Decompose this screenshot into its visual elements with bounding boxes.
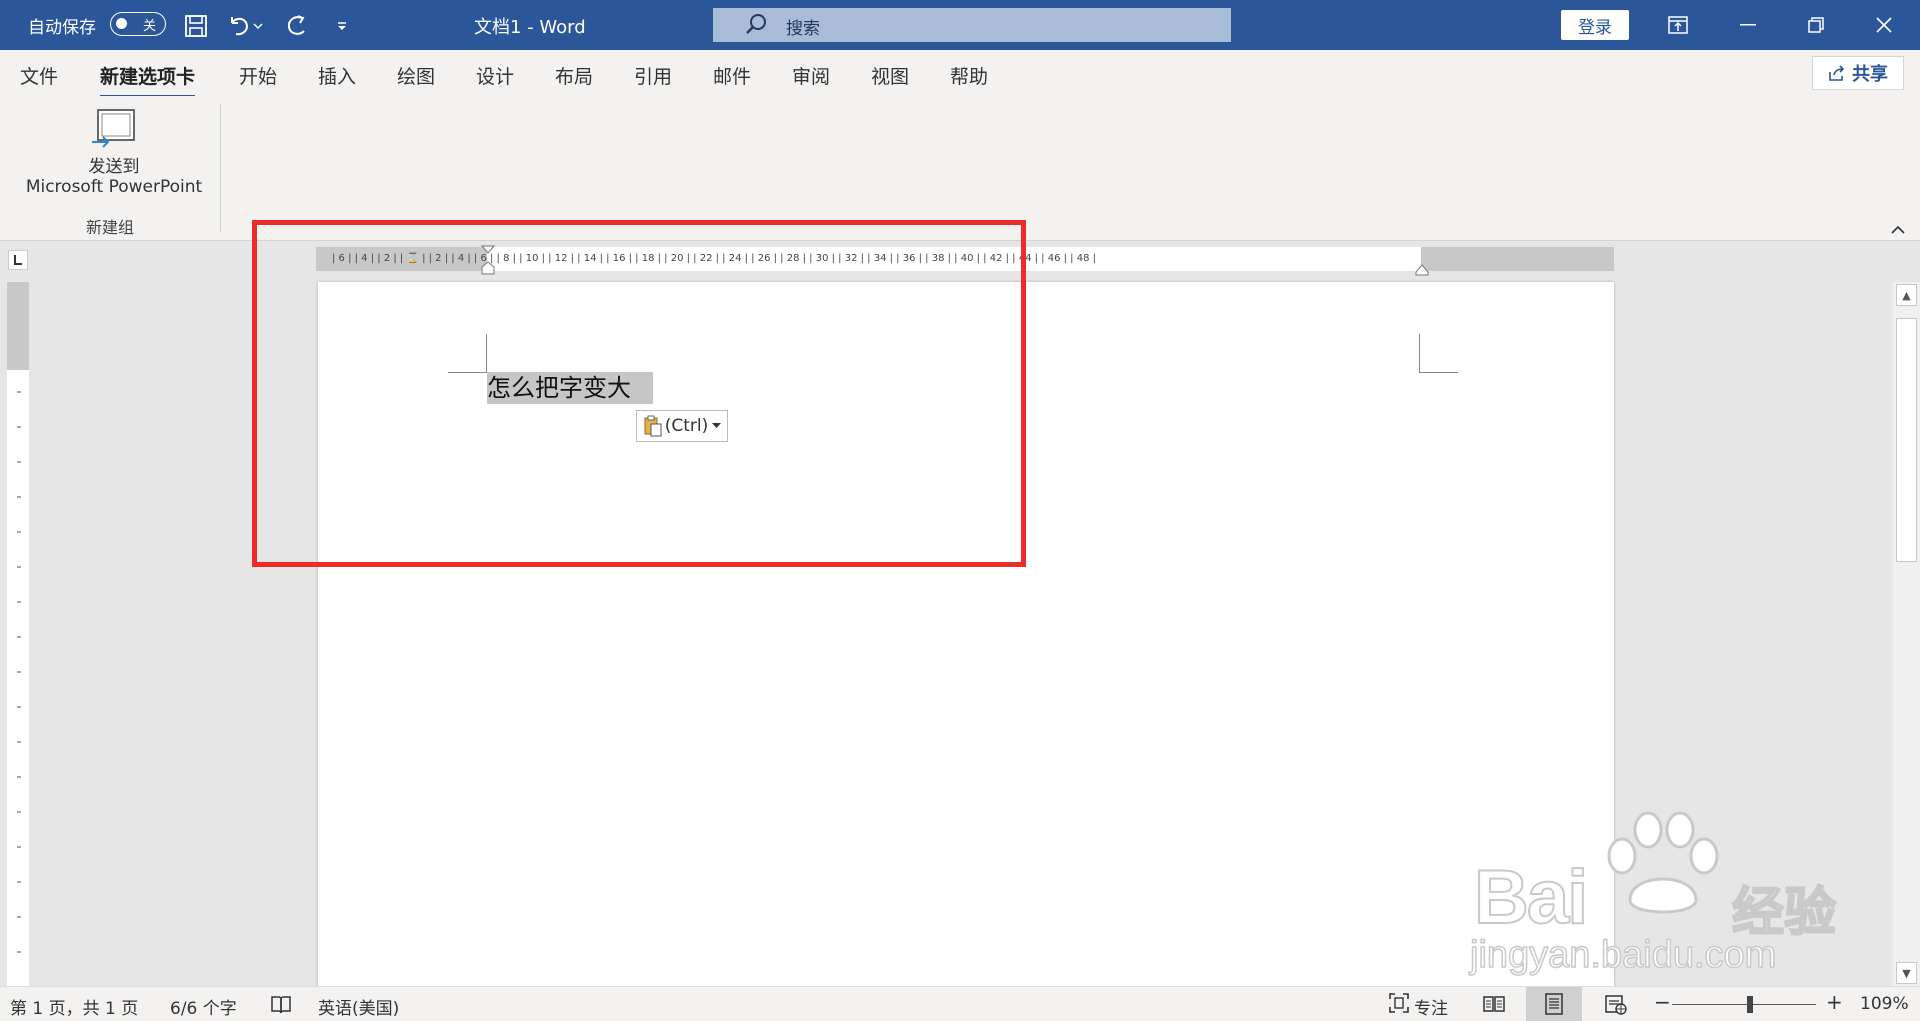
scroll-up-icon[interactable]: ▲ (1896, 284, 1917, 306)
tab-mailings[interactable]: 邮件 (713, 62, 751, 89)
tab-selector[interactable] (8, 250, 28, 270)
scroll-down-icon[interactable]: ▼ (1896, 962, 1917, 984)
focus-mode-icon[interactable] (1388, 992, 1410, 1019)
autosave-state: 关 (143, 19, 157, 34)
proofing-icon[interactable] (270, 995, 292, 1020)
close-icon[interactable] (1852, 0, 1916, 50)
autosave-toggle[interactable]: 关 (110, 12, 166, 36)
vertical-scrollbar[interactable]: ▲ ▼ (1893, 282, 1920, 986)
page-count[interactable]: 第 1 页，共 1 页 (10, 994, 138, 1019)
crop-mark-top-right (1419, 334, 1458, 373)
search-box[interactable]: 搜索 (713, 8, 1231, 42)
send-to-powerpoint-button[interactable]: 发送到 Microsoft PowerPoint (14, 106, 214, 210)
redo-icon[interactable] (283, 12, 311, 40)
undo-dropdown-icon[interactable] (250, 12, 266, 40)
restore-icon[interactable] (1784, 0, 1848, 50)
language[interactable]: 英语(美国) (318, 994, 399, 1019)
tab-draw[interactable]: 绘图 (397, 62, 435, 89)
read-mode-icon[interactable] (1466, 987, 1522, 1021)
vertical-ruler[interactable] (7, 282, 29, 992)
status-bar: 第 1 页，共 1 页 6/6 个字 英语(美国) 专注 − + 109% (0, 986, 1920, 1021)
undo-icon[interactable] (225, 12, 253, 40)
ribbon-display-options-icon[interactable] (1646, 0, 1710, 50)
search-placeholder: 搜索 (786, 19, 820, 39)
ribbon-tabs: 文件 新建选项卡 开始 插入 绘图 设计 布局 引用 邮件 审阅 视图 帮助 共… (0, 50, 1920, 98)
tab-home[interactable]: 开始 (239, 62, 277, 89)
zoom-in-icon[interactable]: + (1826, 990, 1843, 1014)
tab-view[interactable]: 视图 (871, 62, 909, 89)
group-separator (220, 104, 221, 232)
zoom-level[interactable]: 109% (1860, 994, 1909, 1014)
print-layout-icon[interactable] (1526, 987, 1582, 1021)
customize-toolbar-icon[interactable] (328, 12, 356, 40)
share-label: 共享 (1852, 64, 1888, 85)
baidu-watermark: Bai 经验 jingyan.baidu.com (1469, 810, 1890, 980)
minimize-icon[interactable] (1716, 0, 1780, 50)
tab-help[interactable]: 帮助 (950, 62, 988, 89)
zoom-slider-track[interactable] (1672, 1004, 1816, 1005)
tab-file[interactable]: 文件 (20, 62, 58, 89)
tab-references[interactable]: 引用 (634, 62, 672, 89)
save-icon[interactable] (182, 12, 210, 40)
autosave-label: 自动保存 (28, 18, 96, 38)
search-icon (743, 12, 769, 42)
tab-insert[interactable]: 插入 (318, 62, 356, 89)
zoom-out-icon[interactable]: − (1654, 990, 1671, 1014)
annotation-highlight-box (252, 220, 1026, 567)
zoom-slider-thumb[interactable] (1747, 996, 1753, 1013)
share-icon (1828, 64, 1846, 82)
title-bar: 自动保存 关 文档1 - Word 搜索 登录 (0, 0, 1920, 50)
toggle-knob (116, 18, 127, 29)
share-button[interactable]: 共享 (1812, 56, 1904, 90)
watermark-brand: Bai (1473, 854, 1589, 941)
vertical-ruler-ticks (17, 391, 21, 953)
tab-design[interactable]: 设计 (476, 62, 514, 89)
document-title: 文档1 - Word (474, 17, 586, 38)
tab-layout[interactable]: 布局 (555, 62, 593, 89)
scroll-thumb[interactable] (1896, 318, 1917, 562)
paw-icon (1607, 811, 1719, 914)
watermark-url: jingyan.baidu.com (1469, 933, 1777, 977)
send-to-powerpoint-icon (90, 106, 138, 150)
collapse-ribbon-icon[interactable] (1890, 220, 1906, 239)
send-to-label: 发送到 (88, 157, 140, 177)
focus-label[interactable]: 专注 (1414, 994, 1448, 1019)
right-indent-marker[interactable] (1415, 261, 1429, 280)
login-button[interactable]: 登录 (1561, 10, 1629, 40)
group-label: 新建组 (85, 218, 134, 237)
tab-review[interactable]: 审阅 (792, 62, 830, 89)
powerpoint-label: Microsoft PowerPoint (25, 177, 203, 197)
tab-new-tab[interactable]: 新建选项卡 (100, 62, 196, 98)
web-layout-icon[interactable] (1588, 987, 1644, 1021)
word-count[interactable]: 6/6 个字 (170, 994, 237, 1019)
